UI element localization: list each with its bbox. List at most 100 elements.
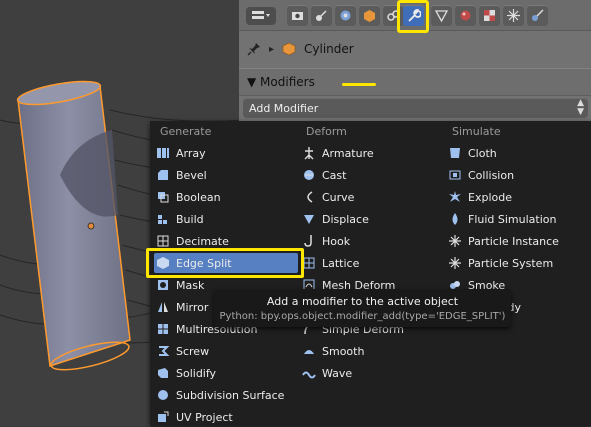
chevron-right-icon: ▸: [269, 43, 275, 55]
render-icon: [292, 12, 303, 20]
menu-item-collision[interactable]: Collision: [448, 165, 514, 185]
screw-icon: [156, 344, 170, 358]
menu-item-curve[interactable]: Curve: [302, 187, 354, 207]
array-icon: [156, 146, 170, 160]
menu-item-uv-project[interactable]: UV Project: [156, 407, 233, 427]
menu-item-label: Displace: [322, 212, 369, 226]
menu-item-particle-system[interactable]: Particle System: [448, 253, 553, 273]
menu-item-mask[interactable]: Mask: [156, 275, 204, 295]
context-object-name: Cylinder: [304, 42, 354, 56]
scene-tab[interactable]: [335, 5, 356, 26]
menu-item-armature[interactable]: Armature: [302, 143, 374, 163]
menu-item-label: Array: [176, 146, 206, 160]
menu-item-label: UV Project: [176, 410, 233, 424]
scene-icon: [340, 10, 351, 21]
fluid-icon: [448, 212, 462, 226]
render-layers-icon: [316, 10, 327, 21]
decimate-icon: [156, 234, 170, 248]
menu-item-mirror[interactable]: Mirror: [156, 297, 208, 317]
menu-item-particle-instance[interactable]: Particle Instance: [448, 231, 559, 251]
collision-icon: [448, 168, 462, 182]
curve-icon: [302, 190, 316, 204]
add-modifier-label: Add Modifier: [249, 102, 319, 115]
multiresolution-icon: [156, 322, 170, 336]
particle-instance-icon: [448, 234, 462, 248]
modifiers-panel-title-row: ▼ Modifiers: [247, 75, 315, 89]
edge-split-annotation-box: [146, 248, 304, 278]
tooltip-python: Python: bpy.ops.object.modifier_add(type…: [219, 311, 506, 322]
properties-editor-icon: [252, 11, 270, 19]
cast-icon: [302, 168, 316, 182]
modifiers-panel-title: Modifiers: [260, 75, 315, 89]
mirror-icon: [156, 300, 170, 314]
material-tab[interactable]: [455, 5, 476, 26]
object-icon: [364, 10, 375, 22]
column-heading-simulate: Simulate: [452, 125, 501, 138]
build-icon: [156, 212, 170, 226]
menu-item-solidify[interactable]: Solidify: [156, 363, 216, 383]
cloth-icon: [448, 146, 462, 160]
add-modifier-dropdown[interactable]: Add Modifier ▲ ▼: [243, 98, 588, 118]
material-icon: [460, 10, 471, 21]
physics-icon: [532, 9, 544, 21]
menu-item-label: Fluid Simulation: [468, 212, 557, 226]
menu-item-label: Hook: [322, 234, 351, 248]
wrench-annotation-box: [397, 0, 429, 33]
menu-item-explode[interactable]: Explode: [448, 187, 512, 207]
menu-item-label: Boolean: [176, 190, 221, 204]
cylinder-object[interactable]: [17, 85, 131, 367]
menu-item-cast[interactable]: Cast: [302, 165, 346, 185]
column-heading-deform: Deform: [306, 125, 347, 138]
texture-icon: [484, 10, 495, 21]
object-tab[interactable]: [359, 5, 380, 26]
menu-item-label: Cast: [322, 168, 347, 182]
modifiers-annotation-underline: [342, 83, 376, 86]
physics-tab[interactable]: [527, 5, 548, 26]
mask-icon: [156, 278, 170, 292]
operator-tooltip: Add a modifier to the active object Pyth…: [214, 289, 511, 327]
menu-item-label: Cloth: [468, 146, 497, 160]
menu-item-cloth[interactable]: Cloth: [448, 143, 497, 163]
menu-item-label: Mirror: [176, 300, 209, 314]
wave-icon: [302, 366, 316, 380]
disclosure-triangle-icon: ▼: [247, 75, 261, 89]
menu-item-label: Wave: [322, 366, 353, 380]
object-data-tab[interactable]: [431, 5, 452, 26]
menu-item-lattice[interactable]: Lattice: [302, 253, 359, 273]
menu-item-label: Particle Instance: [468, 234, 559, 248]
particles-tab[interactable]: [503, 5, 524, 26]
bevel-icon: [156, 168, 170, 182]
pin-icon[interactable]: [247, 42, 261, 56]
menu-item-screw[interactable]: Screw: [156, 341, 209, 361]
menu-item-label: Particle System: [468, 256, 554, 270]
menu-item-label: Screw: [176, 344, 210, 358]
updown-arrows-icon: ▲ ▼: [577, 98, 584, 117]
render-layers-tab[interactable]: [311, 5, 332, 26]
menu-item-label: Build: [176, 212, 204, 226]
menu-item-label: Collision: [468, 168, 515, 182]
displace-icon: [302, 212, 316, 226]
menu-item-subdivision-surface[interactable]: Subdivision Surface: [156, 385, 284, 405]
modifiers-panel-header[interactable]: ▼ Modifiers: [239, 68, 591, 96]
menu-item-build[interactable]: Build: [156, 209, 204, 229]
context-path: ▸ Cylinder: [239, 34, 591, 64]
editor-type-button[interactable]: [246, 7, 276, 25]
menu-item-label: Subdivision Surface: [176, 388, 285, 402]
menu-item-array[interactable]: Array: [156, 143, 206, 163]
texture-tab[interactable]: [479, 5, 500, 26]
render-tab[interactable]: [287, 5, 308, 26]
menu-item-wave[interactable]: Wave: [302, 363, 352, 383]
menu-item-hook[interactable]: Hook: [302, 231, 350, 251]
smooth-icon: [302, 344, 316, 358]
menu-item-bevel[interactable]: Bevel: [156, 165, 207, 185]
particles-icon: [507, 9, 520, 22]
menu-item-boolean[interactable]: Boolean: [156, 187, 221, 207]
mesh-object-icon: [282, 42, 296, 56]
menu-item-label: Decimate: [176, 234, 229, 248]
menu-item-label: Smooth: [322, 344, 365, 358]
menu-item-fluid-simulation[interactable]: Fluid Simulation: [448, 209, 556, 229]
menu-item-label: Curve: [322, 190, 355, 204]
menu-item-label: Bevel: [176, 168, 207, 182]
menu-item-smooth[interactable]: Smooth: [302, 341, 364, 361]
menu-item-displace[interactable]: Displace: [302, 209, 369, 229]
